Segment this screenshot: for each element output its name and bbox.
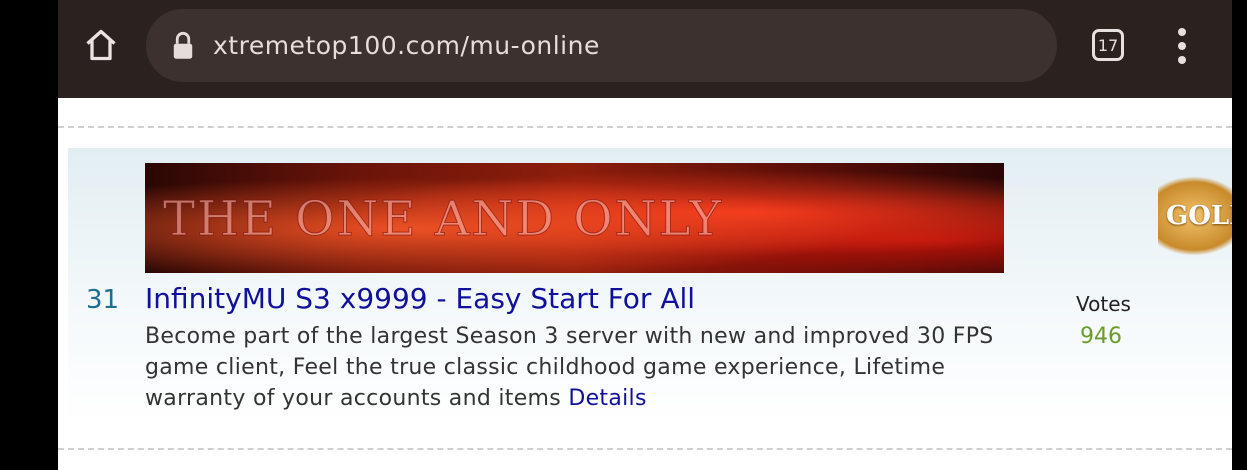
lock-icon xyxy=(173,31,193,59)
address-bar[interactable]: xtremetop100.com/mu-online xyxy=(146,9,1057,82)
home-button[interactable] xyxy=(80,24,122,66)
rank-number: 31 xyxy=(86,285,120,315)
server-banner[interactable]: THE ONE AND ONLY xyxy=(145,163,1004,273)
url-text: xtremetop100.com/mu-online xyxy=(213,31,600,60)
home-icon xyxy=(86,29,116,61)
browser-toolbar: xtremetop100.com/mu-online 17 xyxy=(58,0,1232,98)
more-menu-icon[interactable] xyxy=(1172,28,1192,64)
divider xyxy=(58,448,1232,450)
votes-label: Votes xyxy=(1076,292,1131,316)
page-content: THE ONE AND ONLY 31 InfinityMU S3 x9999 … xyxy=(58,98,1232,470)
details-link[interactable]: Details xyxy=(568,386,646,411)
tab-count: 17 xyxy=(1097,35,1119,55)
server-listing: THE ONE AND ONLY 31 InfinityMU S3 x9999 … xyxy=(68,148,1232,422)
votes-count: 946 xyxy=(1080,324,1122,349)
menu-dot xyxy=(1178,28,1186,36)
banner-text: THE ONE AND ONLY xyxy=(162,191,724,248)
menu-dot xyxy=(1178,42,1186,50)
server-description: Become part of the largest Season 3 serv… xyxy=(145,321,1035,414)
divider xyxy=(58,126,1232,128)
tab-switcher-button[interactable]: 17 xyxy=(1092,29,1124,61)
gold-badge: GOLD xyxy=(1158,176,1232,256)
badge-text: GOLD xyxy=(1166,201,1232,231)
menu-dot xyxy=(1178,56,1186,64)
server-title-link[interactable]: InfinityMU S3 x9999 - Easy Start For All xyxy=(145,282,695,315)
